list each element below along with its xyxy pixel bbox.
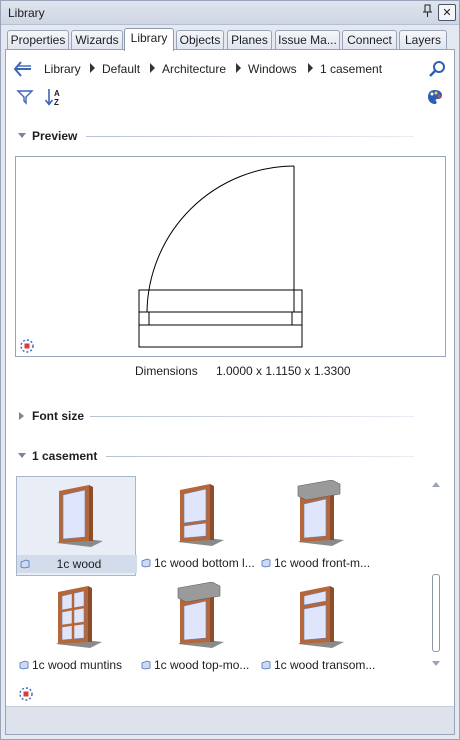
font-size-label: Font size <box>32 409 85 423</box>
svg-text:A: A <box>54 89 60 98</box>
font-size-section-header[interactable]: Font size <box>6 406 454 426</box>
dimensions-label: Dimensions <box>135 364 198 378</box>
svg-text:Z: Z <box>54 98 59 107</box>
close-icon[interactable]: ✕ <box>438 4 456 21</box>
tab-layers[interactable]: Layers <box>399 30 447 50</box>
tab-wizards[interactable]: Wizards <box>71 30 123 50</box>
window-thumbnail <box>177 582 224 648</box>
tab-library[interactable]: Library <box>124 28 174 51</box>
breadcrumb-separator <box>236 63 241 73</box>
library-panel: Library Default Architecture Windows 1 c… <box>5 49 455 735</box>
cube-icon <box>141 558 151 568</box>
window-thumbnail <box>297 480 344 546</box>
chevron-down-icon <box>18 133 26 138</box>
tab-properties[interactable]: Properties <box>7 30 69 50</box>
snap-icon[interactable] <box>19 338 35 354</box>
breadcrumb-architecture[interactable]: Architecture <box>162 62 226 76</box>
breadcrumb-separator <box>90 63 95 73</box>
library-item[interactable]: 1c wood front-m... <box>258 476 378 576</box>
item-label-row: 1c wood muntins <box>16 656 136 674</box>
window-plan-preview <box>138 165 303 348</box>
breadcrumb-windows[interactable]: Windows <box>248 62 297 76</box>
scrollbar-thumb[interactable] <box>432 574 440 652</box>
item-name: 1c wood muntins <box>32 658 123 672</box>
item-name: 1c wood transom... <box>274 658 376 672</box>
item-label-row: 1c wood front-m... <box>258 554 378 572</box>
library-item[interactable]: 1c wood muntins <box>16 578 136 678</box>
items-scrollbar[interactable] <box>430 478 442 674</box>
window-thumbnail <box>178 484 224 546</box>
breadcrumb-default[interactable]: Default <box>102 62 140 76</box>
library-item-grid: 1c wood 1c wood bottom l... 1c wood fron… <box>14 474 434 684</box>
chevron-down-icon <box>18 453 26 458</box>
cube-icon <box>141 660 151 670</box>
divider <box>86 136 414 137</box>
search-icon[interactable] <box>428 60 446 78</box>
scroll-up-arrow-icon[interactable] <box>432 482 440 487</box>
breadcrumb-1-casement[interactable]: 1 casement <box>320 62 382 76</box>
cube-icon <box>19 660 29 670</box>
snap-icon[interactable] <box>18 686 34 702</box>
cube-icon <box>261 660 271 670</box>
back-arrow-icon[interactable] <box>12 59 34 79</box>
item-label-row: 1c wood transom... <box>258 656 378 674</box>
divider <box>90 416 414 417</box>
scroll-down-arrow-icon[interactable] <box>432 661 440 666</box>
preview-section-header[interactable]: Preview <box>6 126 454 146</box>
pin-icon[interactable] <box>419 4 437 21</box>
cube-icon <box>261 558 271 568</box>
window-thumbnail <box>57 485 103 547</box>
item-name: 1c wood <box>56 557 102 571</box>
tab-strip: Properties Wizards Library Objects Plane… <box>5 28 457 51</box>
library-item[interactable]: 1c wood <box>16 476 137 576</box>
preview-canvas[interactable] <box>15 156 446 357</box>
item-label-row: 1c wood bottom l... <box>138 554 258 572</box>
library-item[interactable]: 1c wood bottom l... <box>138 476 258 576</box>
window-thumbnail <box>298 586 344 648</box>
casement-section-header[interactable]: 1 casement <box>6 446 454 466</box>
item-name: 1c wood top-mo... <box>154 658 250 672</box>
library-window: Library ✕ Properties Wizards Library Obj… <box>0 0 460 740</box>
library-item[interactable]: 1c wood transom... <box>258 578 378 678</box>
item-label-row: 1c wood <box>17 555 137 573</box>
divider <box>106 456 414 457</box>
tab-connect[interactable]: Connect <box>342 30 397 50</box>
item-label-row: 1c wood top-mo... <box>138 656 258 674</box>
chevron-right-icon <box>19 412 24 420</box>
window-title: Library <box>8 6 45 20</box>
breadcrumb-separator <box>150 63 155 73</box>
item-name: 1c wood front-m... <box>274 556 371 570</box>
sort-az-icon[interactable]: A Z <box>44 87 64 107</box>
window-thumbnail <box>56 586 102 648</box>
preview-label: Preview <box>32 129 78 143</box>
tab-planes[interactable]: Planes <box>227 30 272 50</box>
breadcrumb-separator <box>308 63 313 73</box>
status-bar <box>6 706 454 734</box>
library-item[interactable]: 1c wood top-mo... <box>138 578 258 678</box>
breadcrumb-library[interactable]: Library <box>44 62 81 76</box>
toolbar: A Z <box>6 86 454 108</box>
item-name: 1c wood bottom l... <box>154 556 255 570</box>
dimensions-value: 1.0000 x 1.1150 x 1.3300 <box>216 364 351 378</box>
casement-label: 1 casement <box>32 449 98 463</box>
palette-icon[interactable] <box>426 88 444 106</box>
tab-issue-manager[interactable]: Issue Ma... <box>275 30 340 50</box>
tab-objects[interactable]: Objects <box>176 30 224 50</box>
title-bar: Library ✕ <box>1 1 459 25</box>
filter-icon[interactable] <box>16 88 34 106</box>
breadcrumb: Library Default Architecture Windows 1 c… <box>6 56 454 82</box>
